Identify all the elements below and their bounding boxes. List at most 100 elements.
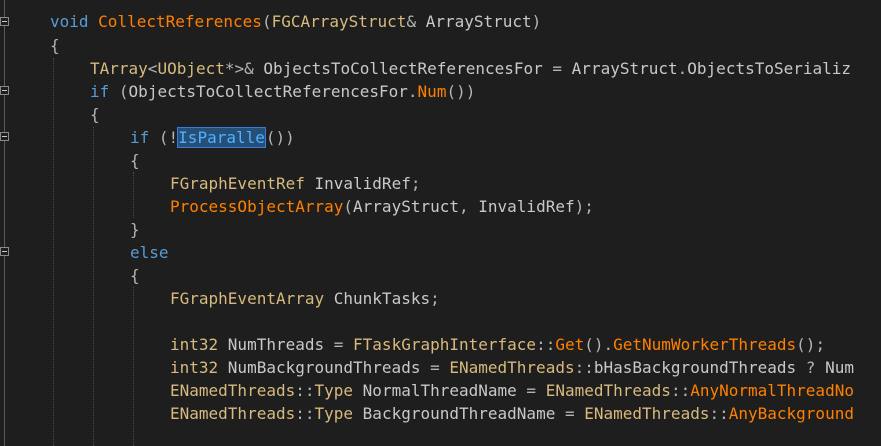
code-token: CollectReferences	[98, 12, 262, 31]
code-line[interactable]: TArray<UObject*>& ObjectsToCollectRefere…	[90, 57, 851, 80]
collapse-icon[interactable]	[0, 17, 9, 26]
code-token: *>&	[224, 59, 264, 78]
code-token: ?	[796, 358, 826, 377]
code-token: =	[420, 358, 450, 377]
code-line[interactable]: }	[130, 218, 140, 241]
code-token: Num	[417, 82, 447, 101]
code-token: =	[542, 59, 572, 78]
code-editor[interactable]: void CollectReferences ( FGCArrayStruct& A…	[0, 0, 881, 446]
code-token: {	[50, 36, 60, 55]
code-token: (	[343, 197, 354, 216]
collapse-icon[interactable]	[0, 86, 9, 95]
code-line[interactable]: ENamedThreads::Type NormalThreadName = E…	[170, 379, 854, 402]
code-token: (	[118, 82, 129, 101]
code-token: ::	[574, 358, 594, 377]
code-token: ;	[410, 174, 421, 193]
code-token: ENamedThreads	[170, 404, 296, 423]
code-token: .	[677, 59, 688, 78]
collapse-icon[interactable]	[0, 247, 9, 256]
code-token: ::	[536, 335, 556, 354]
code-line[interactable]: FGraphEventRef InvalidRef;	[170, 172, 420, 195]
code-token: ().	[584, 335, 614, 354]
code-line[interactable]: int32 NumBackgroundThreads = ENamedThrea…	[170, 356, 854, 379]
code-token: FGraphEventArray	[170, 289, 334, 308]
code-token: UObject	[157, 59, 225, 78]
code-token: )	[531, 12, 542, 31]
code-token: ENamedThreads	[170, 381, 296, 400]
code-token: FGCArrayStruct	[271, 12, 407, 31]
code-token: else	[130, 243, 169, 262]
code-token: ArrayStruct	[425, 12, 532, 31]
code-line[interactable]: if (ObjectsToCollectReferencesFor.Num())	[90, 80, 475, 103]
fold-line	[4, 0, 5, 446]
code-token: void	[50, 12, 99, 31]
code-token: ObjectsToSerializ	[687, 59, 852, 78]
code-token: bHasBackgroundThreads	[593, 358, 797, 377]
code-token: int32	[170, 335, 228, 354]
code-token: ())	[446, 82, 476, 101]
code-token: InvalidRef	[314, 174, 411, 193]
indent-guide	[93, 127, 94, 446]
code-token: GetNumWorkerThreads	[613, 335, 797, 354]
code-token: ProcessObjectArray	[170, 197, 344, 216]
code-token: Get	[555, 335, 585, 354]
code-token: Num	[825, 358, 854, 377]
code-token: NumThreads	[227, 335, 325, 354]
code-line[interactable]: {	[90, 103, 100, 126]
code-token: =	[324, 335, 354, 354]
code-token: NormalThreadName	[362, 381, 517, 400]
selected-token: IsParalle	[177, 127, 266, 148]
code-line[interactable]: {	[130, 264, 140, 287]
code-token: if	[90, 82, 119, 101]
code-token: ::	[709, 404, 729, 423]
code-token: AnyBackground	[728, 404, 854, 423]
code-token: <	[147, 59, 158, 78]
code-token: ArrayStruct	[353, 197, 459, 216]
code-token: Type	[314, 381, 363, 400]
code-token: =	[516, 381, 546, 400]
indent-guide	[53, 58, 54, 446]
code-line[interactable]: else	[130, 241, 169, 264]
code-token: AnyNormalThreadNo	[690, 381, 854, 400]
code-token: ::	[295, 381, 315, 400]
code-token: FTaskGraphInterface	[353, 335, 537, 354]
code-line[interactable]: ENamedThreads::Type BackgroundThreadName…	[170, 402, 854, 425]
code-token: {	[130, 266, 140, 285]
code-token: ())	[265, 128, 295, 147]
code-token: }	[130, 220, 140, 239]
indent-guide	[133, 287, 134, 446]
code-token: BackgroundThreadName	[362, 404, 556, 423]
code-token: &	[406, 12, 426, 31]
folding-margin	[0, 0, 18, 446]
collapse-icon[interactable]	[0, 132, 9, 141]
code-token: Type	[314, 404, 363, 423]
code-token: ArrayStruct	[571, 59, 678, 78]
code-token: ,	[459, 197, 479, 216]
code-token: ENamedThreads	[545, 381, 671, 400]
code-token: .	[407, 82, 418, 101]
code-token: int32	[170, 358, 228, 377]
code-token: ObjectsToCollectReferencesFor	[263, 59, 543, 78]
code-line[interactable]: {	[50, 34, 60, 57]
code-token: (!	[158, 128, 179, 147]
code-token: =	[555, 404, 585, 423]
code-line[interactable]: FGraphEventArray ChunkTasks;	[170, 287, 440, 310]
code-token: InvalidRef	[478, 197, 575, 216]
code-line[interactable]: {	[130, 149, 140, 172]
code-token: ChunkTasks	[333, 289, 431, 308]
code-token: ::	[295, 404, 315, 423]
code-token: ENamedThreads	[449, 358, 575, 377]
code-token: ObjectsToCollectReferencesFor	[128, 82, 408, 101]
code-line[interactable]: if (!IsParalle())	[130, 126, 295, 149]
code-token: {	[90, 105, 100, 124]
code-token: ENamedThreads	[584, 404, 710, 423]
code-token: );	[574, 197, 594, 216]
code-token: ;	[430, 289, 440, 308]
code-token: {	[130, 151, 140, 170]
code-line[interactable]: int32 NumThreads = FTaskGraphInterface::…	[170, 333, 825, 356]
indent-guide	[133, 172, 134, 218]
code-line[interactable]: void CollectReferences(FGCArrayStruct& A…	[50, 10, 541, 33]
code-token: ::	[670, 381, 691, 400]
code-line[interactable]: ProcessObjectArray(ArrayStruct, InvalidR…	[170, 195, 594, 218]
code-token: TArray	[90, 59, 148, 78]
